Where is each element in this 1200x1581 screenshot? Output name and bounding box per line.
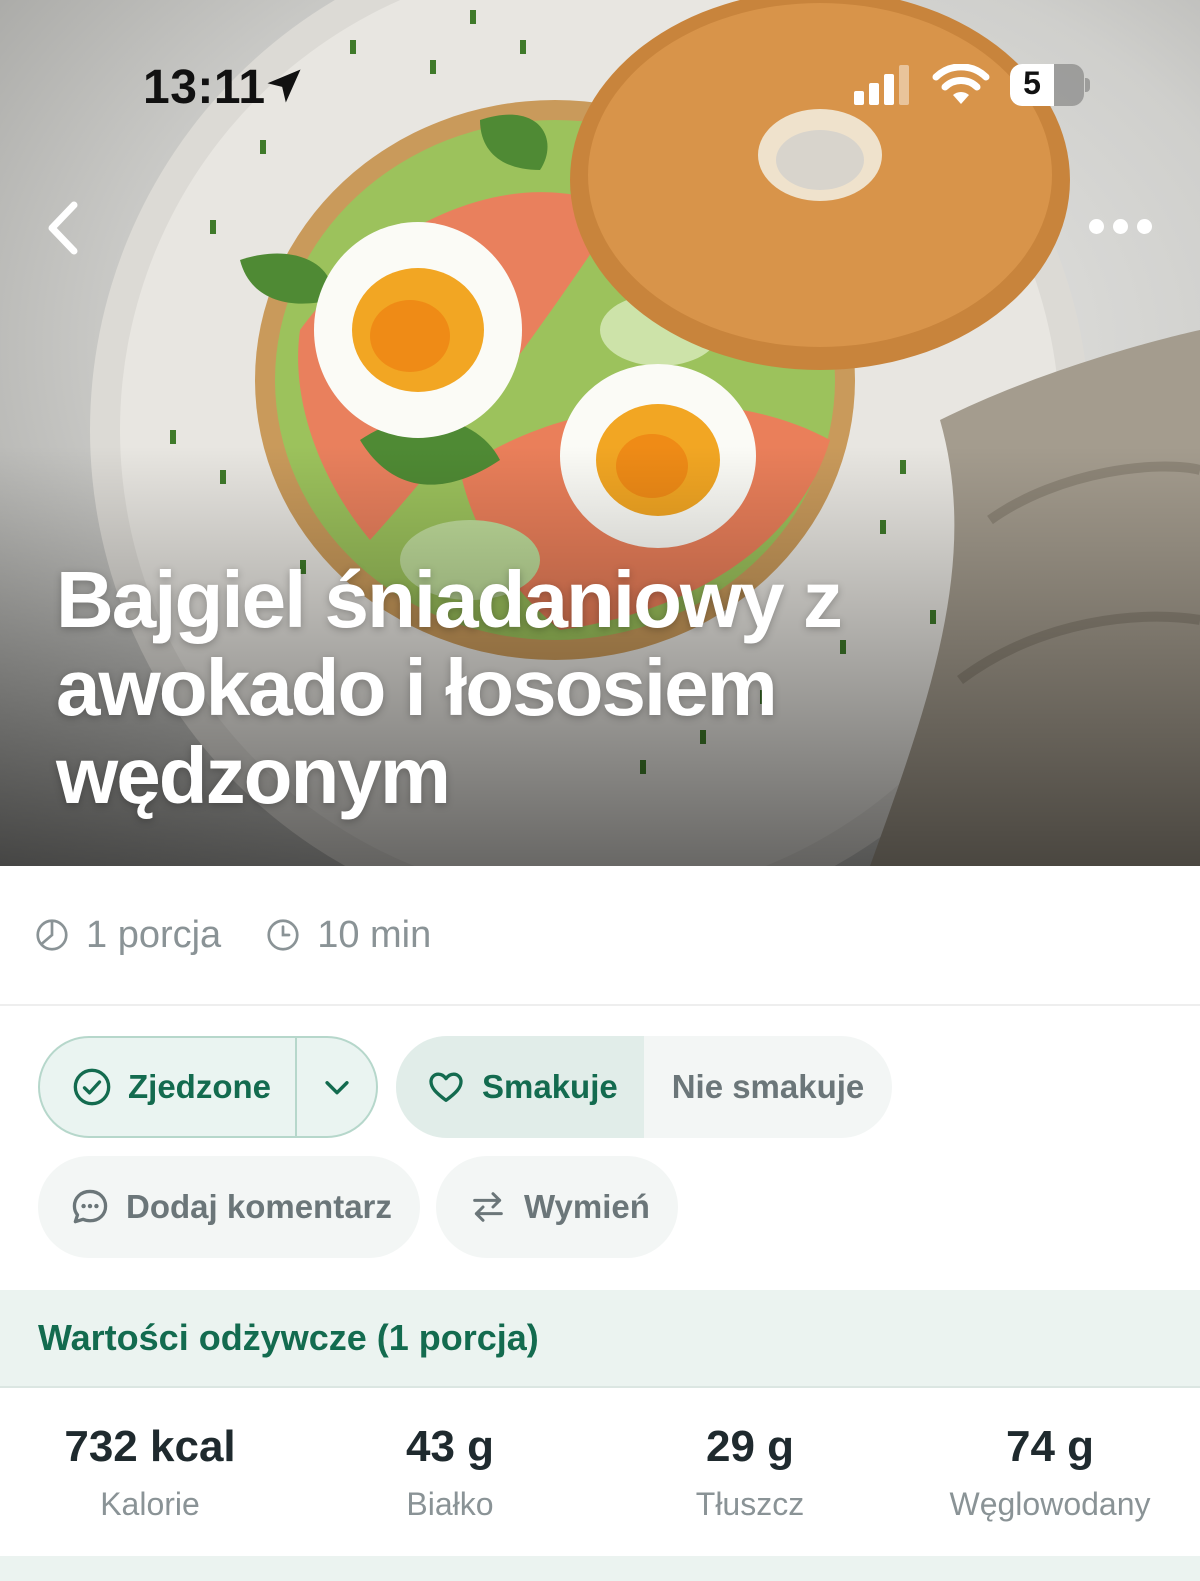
eaten-dropdown-button[interactable] <box>297 1038 376 1136</box>
more-horizontal-icon <box>1088 218 1104 234</box>
nutrition-carbs: 74 g Węglowodany <box>900 1388 1200 1556</box>
back-button[interactable] <box>30 193 100 263</box>
add-comment-button[interactable]: Dodaj komentarz <box>38 1156 420 1258</box>
portions-label: 1 porcja <box>86 913 222 956</box>
fat-value: 29 g <box>705 1422 795 1471</box>
eaten-label: Zjedzone <box>128 1068 272 1105</box>
status-icons: 5 <box>852 64 1090 106</box>
pie-chart-icon <box>36 919 68 951</box>
clock-icon <box>267 919 299 951</box>
check-circle-icon <box>73 1068 111 1106</box>
like-label: Smakuje <box>482 1068 618 1105</box>
recipe-meta: 1 porcja 10 min <box>0 866 1200 1006</box>
calories-label: Kalorie <box>100 1486 200 1522</box>
more-options-button[interactable] <box>1080 206 1160 246</box>
calories-value: 732 kcal <box>64 1422 236 1471</box>
carbs-value: 74 g <box>1005 1422 1095 1471</box>
time-info: 10 min <box>265 914 431 957</box>
nutrition-fat: 29 g Tłuszcz <box>600 1388 900 1556</box>
hero-image: 13:11 5 Bajgiel śniadaniowy z awokado i … <box>0 0 1200 866</box>
taste-toggle: Smakuje Nie smakuje <box>396 1036 892 1138</box>
protein-value: 43 g <box>405 1422 495 1471</box>
protein-label: Białko <box>406 1486 494 1522</box>
add-comment-label: Dodaj komentarz <box>126 1188 392 1225</box>
swap-label: Wymień <box>524 1188 650 1225</box>
nutrition-calories: 732 kcal Kalorie <box>0 1388 300 1556</box>
eaten-button[interactable]: Zjedzone <box>40 1038 297 1136</box>
heart-icon <box>429 1072 463 1102</box>
signal-icon <box>854 65 909 105</box>
status-time: 13:11 <box>143 61 266 114</box>
swap-button[interactable]: Wymień <box>436 1156 678 1258</box>
nutrition-summary: 732 kcal Kalorie 43 g Białko 29 g Tłuszc… <box>0 1388 1200 1556</box>
nutrition-protein: 43 g Białko <box>300 1388 600 1556</box>
fat-label: Tłuszcz <box>695 1486 805 1522</box>
swap-arrows-icon <box>473 1192 503 1222</box>
comment-icon <box>72 1189 108 1224</box>
chevron-left-icon <box>48 201 78 255</box>
battery-indicator: 5 <box>1010 64 1090 106</box>
time-label: 10 min <box>317 913 432 956</box>
like-button[interactable]: Smakuje <box>396 1036 644 1138</box>
bottom-section-edge <box>0 1556 1200 1581</box>
chevron-down-icon <box>324 1081 349 1095</box>
nutrition-heading: Wartości odżywcze (1 porcja) <box>38 1317 539 1358</box>
eaten-split-button: Zjedzone <box>38 1036 378 1138</box>
recipe-title: Bajgiel śniadaniowy z awokado i łososiem… <box>56 555 843 820</box>
carbs-label: Węglowodany <box>949 1486 1151 1522</box>
wifi-icon <box>932 64 990 104</box>
recipe-actions: Zjedzone Smakuje Nie smakuje Dodaj komen… <box>0 1008 1200 1290</box>
dislike-button[interactable]: Nie smakuje <box>644 1036 892 1138</box>
portions-info: 1 porcja <box>34 914 221 957</box>
location-arrow-icon <box>267 69 301 103</box>
nutrition-header: Wartości odżywcze (1 porcja) <box>0 1290 1200 1388</box>
